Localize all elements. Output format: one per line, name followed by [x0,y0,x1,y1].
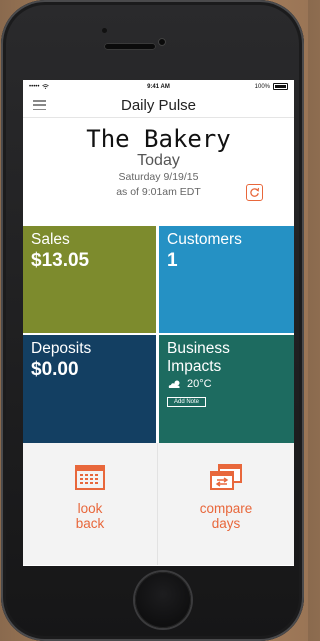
impacts-label-line1: Business [167,340,230,357]
battery-icon [273,83,288,90]
action-bar: look back compare days [23,443,294,565]
store-name: The Bakery [86,125,231,153]
status-right: 100% [255,83,288,90]
nav-bar: Daily Pulse [23,93,294,118]
deposits-label: Deposits [31,340,92,357]
refresh-icon[interactable] [246,184,263,201]
business-impacts-tile[interactable]: Business Impacts 20°C Add Note [159,335,294,443]
menu-icon[interactable] [33,100,46,110]
impacts-label-line2: Impacts [167,358,222,375]
camera [158,38,166,46]
calendar-icon [75,465,105,490]
earpiece [104,43,156,50]
sales-value: $13.05 [31,250,90,271]
front-sensor [102,28,107,33]
compare-days-label: compare days [186,501,266,531]
compare-days-button[interactable]: compare days [157,443,294,565]
customers-tile[interactable]: Customers 1 [159,226,294,333]
status-time: 9:41 AM [147,83,170,90]
page-title: Daily Pulse [120,96,197,114]
phone-frame: ••••• 9:41 AM 100% Daily Pulse The Baker… [1,0,304,641]
deposits-value: $0.00 [31,359,79,380]
compare-days-line1: compare [199,501,253,516]
weather-icon [168,380,180,388]
screen: ••••• 9:41 AM 100% Daily Pulse The Baker… [23,80,294,566]
status-bar: ••••• 9:41 AM 100% [23,80,294,93]
temperature: 20°C [187,378,212,390]
add-note-button[interactable]: Add Note [167,397,207,407]
sales-label: Sales [31,231,70,248]
battery-percent: 100% [254,83,270,90]
wifi-icon [41,84,49,89]
signal-dots: ••••• [29,83,40,90]
customers-label: Customers [167,231,242,248]
metric-tiles: Sales $13.05 Customers 1 Deposits $0.00 … [23,226,294,443]
deposits-tile[interactable]: Deposits $0.00 [23,335,156,443]
sales-tile[interactable]: Sales $13.05 [23,226,156,333]
status-left: ••••• [29,84,49,90]
weather-row: 20°C [167,378,286,390]
compare-days-line2: days [211,516,241,531]
look-back-button[interactable]: look back [23,443,157,565]
home-button[interactable] [135,572,191,628]
customers-value: 1 [167,250,178,271]
period-label: Today [137,152,180,169]
look-back-line1: look [77,501,103,516]
look-back-line2: back [75,516,105,531]
look-back-label: look back [50,501,130,531]
store-header: The Bakery Today Saturday 9/19/15 as of … [23,126,294,226]
compare-icon [210,464,242,490]
date-label: Saturday 9/19/15 [118,171,199,183]
